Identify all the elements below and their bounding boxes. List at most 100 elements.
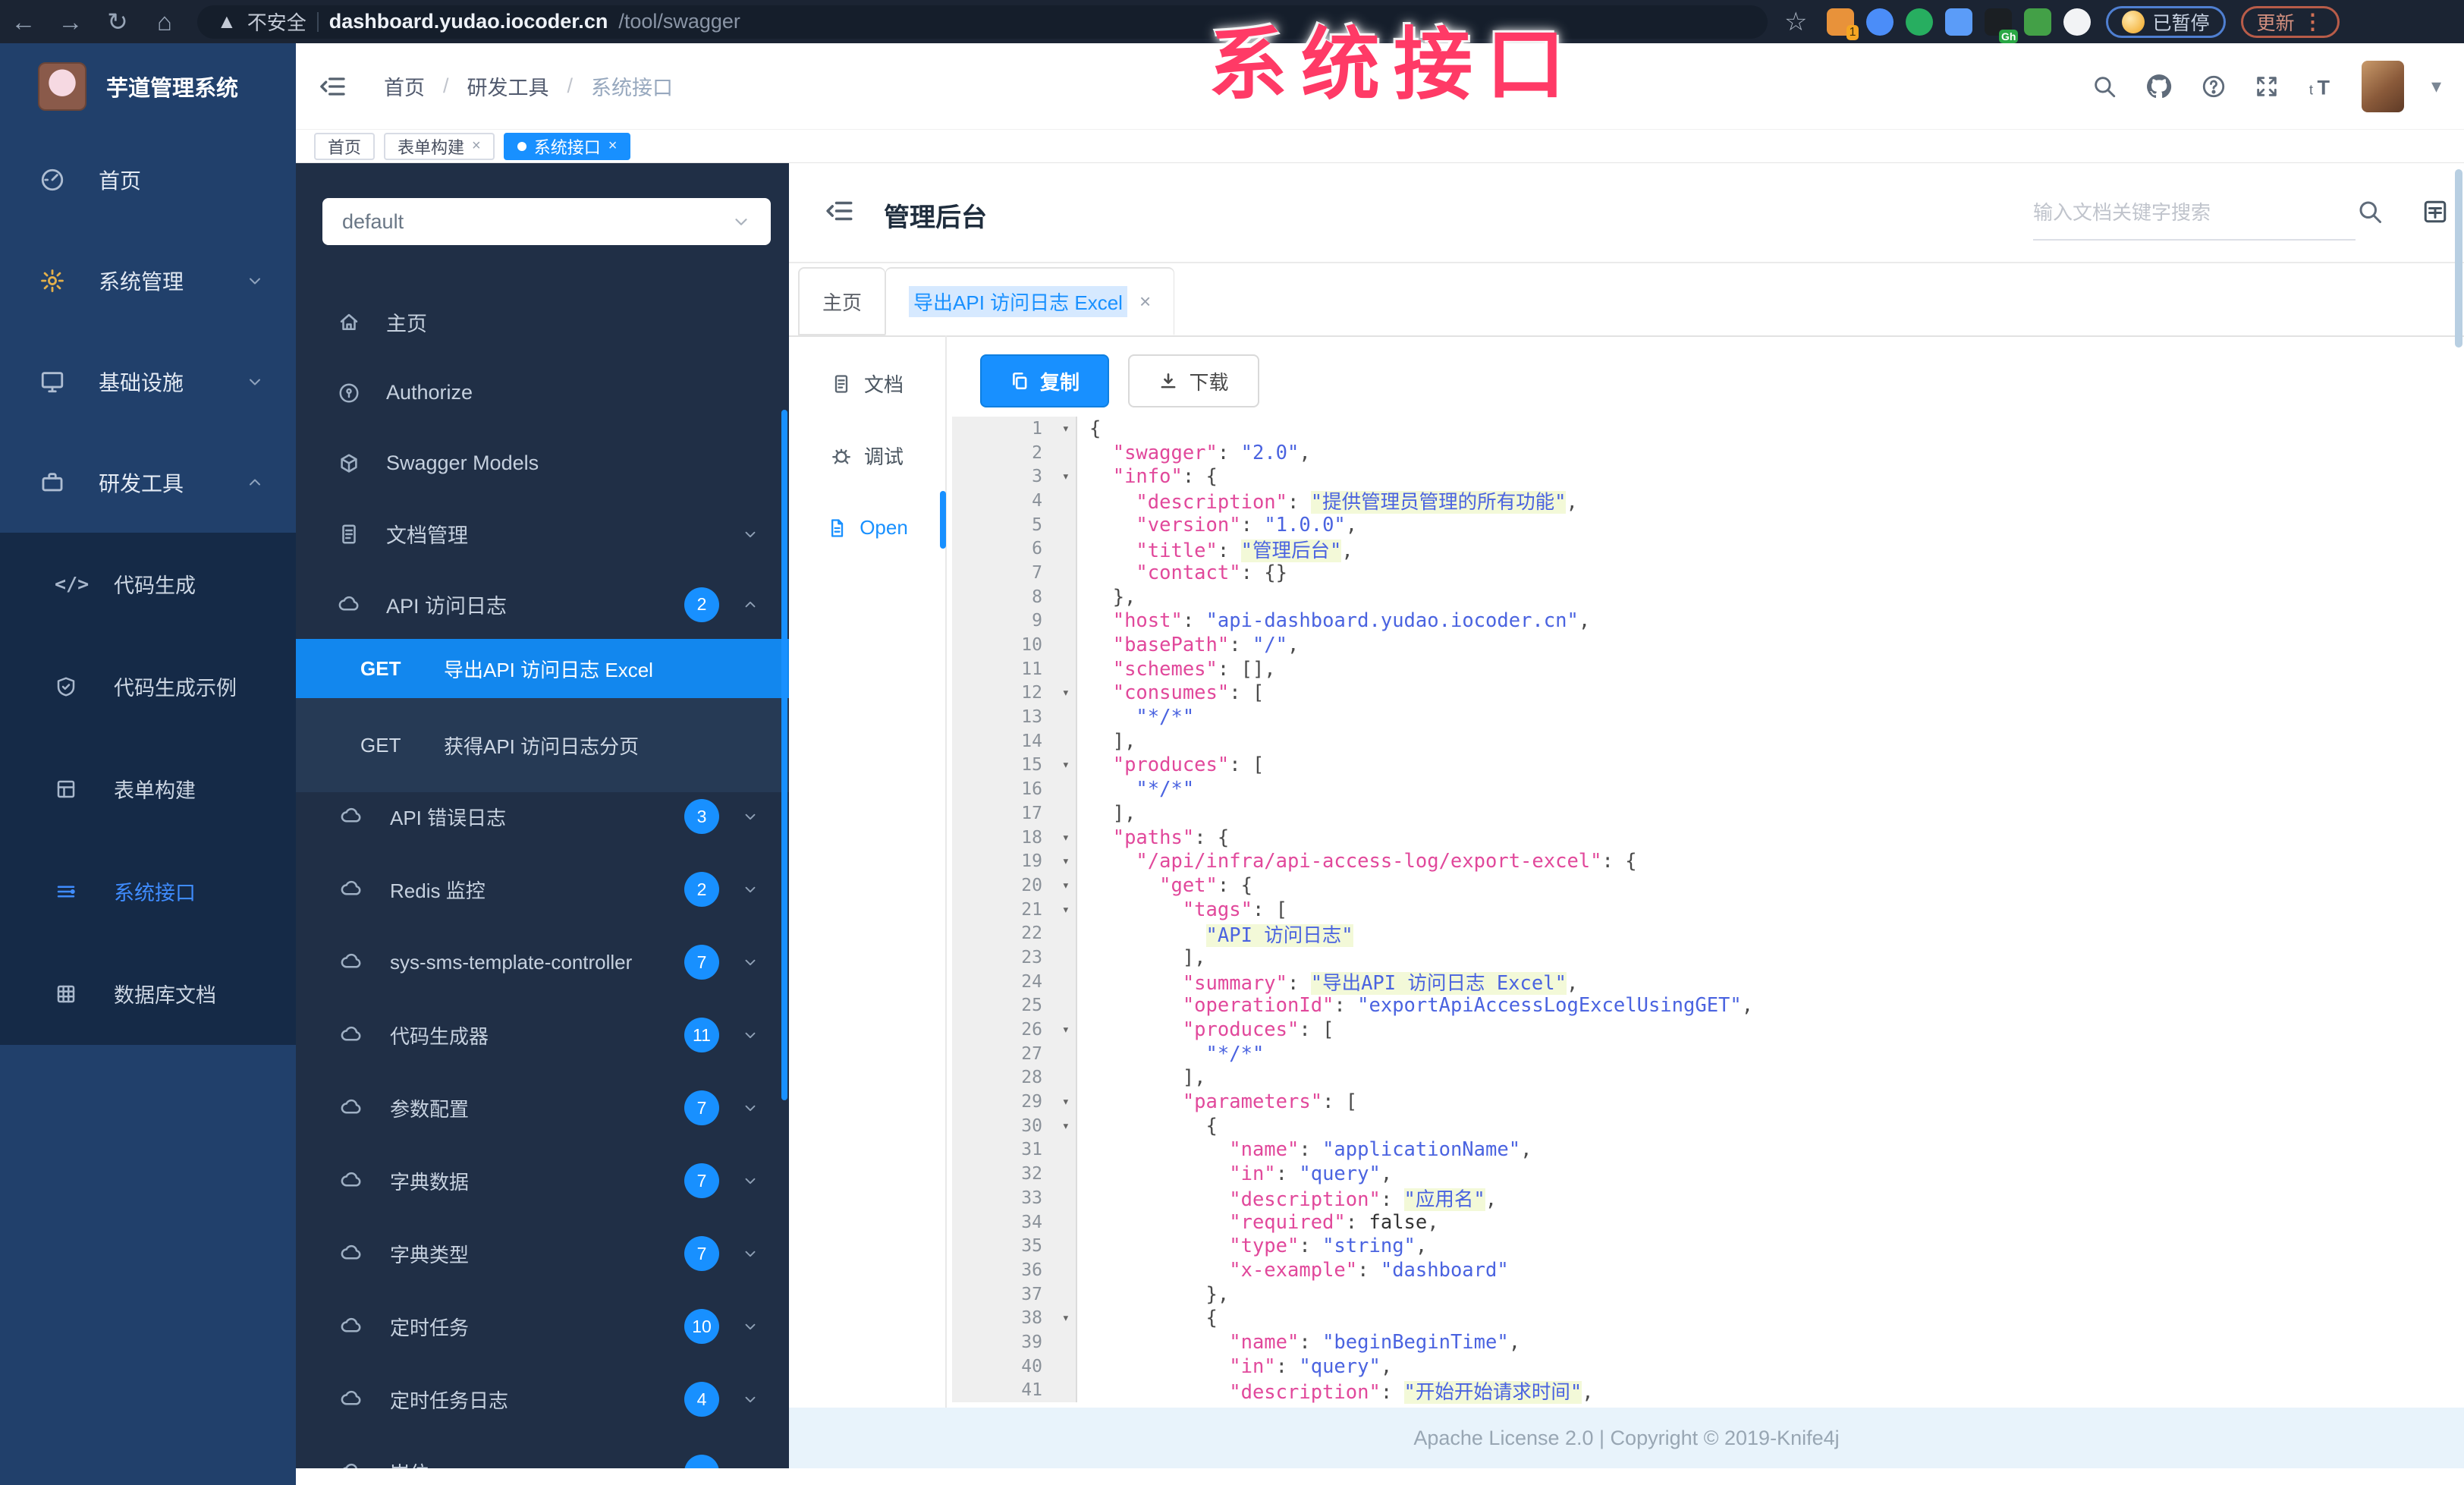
browser-back-icon[interactable]: ← bbox=[0, 0, 47, 43]
tag-close-icon[interactable]: × bbox=[608, 137, 618, 155]
tag-首页[interactable]: 首页 bbox=[314, 132, 376, 160]
doc-search-icon[interactable] bbox=[2356, 198, 2384, 225]
language-icon[interactable] bbox=[2422, 198, 2449, 225]
paused-extension-button[interactable]: 已暂停 bbox=[2106, 5, 2226, 38]
sidebar-item-基础设施[interactable]: 基础设施 bbox=[0, 331, 296, 432]
api-group-代码生成器[interactable]: 代码生成器 11 bbox=[296, 999, 789, 1071]
doc-tab-主页[interactable]: 主页 bbox=[798, 267, 886, 335]
submenu-item-label: 系统接口 bbox=[114, 882, 196, 905]
doc-nav-Open[interactable]: Open bbox=[789, 492, 945, 564]
sidebar-item-系统管理[interactable]: 系统管理 bbox=[0, 230, 296, 331]
extension-icon[interactable] bbox=[1906, 8, 1934, 36]
api-group-label: 字典类型 bbox=[390, 1243, 470, 1266]
line-number: 23 bbox=[952, 945, 1077, 970]
swagger-nav-Authorize[interactable]: Authorize bbox=[296, 357, 789, 428]
doc-nav-调试[interactable]: 调试 bbox=[789, 420, 945, 492]
sidebar-item-首页[interactable]: 首页 bbox=[0, 129, 296, 230]
swagger-nav-主页[interactable]: 主页 bbox=[296, 287, 789, 357]
github-icon[interactable] bbox=[2145, 72, 2173, 101]
swagger-scrollbar[interactable] bbox=[781, 410, 787, 1100]
breadcrumb-item[interactable]: 首页 bbox=[384, 71, 425, 101]
bookmark-star-icon[interactable]: ☆ bbox=[1784, 7, 1807, 37]
api-group-定时任务[interactable]: 定时任务 10 bbox=[296, 1290, 789, 1363]
browser-forward-icon[interactable]: → bbox=[47, 0, 94, 43]
code-text: "produces": [ bbox=[1112, 754, 1265, 777]
extension-icon[interactable] bbox=[1945, 8, 1973, 36]
browser-update-button[interactable]: 更新 ⋮ bbox=[2240, 5, 2340, 38]
doc-nav-文档[interactable]: 文档 bbox=[789, 348, 945, 420]
line-number: 24 bbox=[952, 969, 1077, 994]
fold-icon[interactable]: ▾ bbox=[1062, 421, 1070, 436]
extension-icon[interactable]: 1 bbox=[1827, 8, 1859, 40]
code-text: "name": "applicationName", bbox=[1229, 1138, 1532, 1162]
swagger-nav-label: 主页 bbox=[386, 313, 427, 335]
search-icon[interactable] bbox=[2092, 74, 2117, 99]
browser-menu-icon[interactable]: ⋮ bbox=[2302, 9, 2324, 34]
download-button[interactable]: 下载 bbox=[1128, 354, 1259, 407]
extension-icon[interactable] bbox=[2063, 8, 2092, 36]
swagger-nav-文档管理[interactable]: 文档管理 bbox=[296, 499, 789, 569]
operation-获得API 访问日志分页[interactable]: GET 获得API 访问日志分页 bbox=[296, 698, 789, 792]
fold-icon[interactable]: ▾ bbox=[1062, 1022, 1070, 1037]
help-icon[interactable] bbox=[2201, 74, 2227, 99]
swagger-nav-Swagger Models[interactable]: Swagger Models bbox=[296, 428, 789, 499]
fold-icon[interactable]: ▾ bbox=[1062, 1094, 1070, 1109]
swagger-nav-API 访问日志[interactable]: API 访问日志 2 bbox=[296, 569, 789, 640]
footer: Apache License 2.0 | Copyright © 2019-Kn… bbox=[789, 1408, 2464, 1468]
fold-icon[interactable]: ▾ bbox=[1062, 757, 1070, 772]
api-group-岗位[interactable]: 岗位 bbox=[296, 1436, 789, 1468]
breadcrumb-item[interactable]: 系统接口 bbox=[591, 71, 673, 101]
fold-icon[interactable]: ▾ bbox=[1062, 878, 1070, 893]
tab-close-icon[interactable]: × bbox=[1139, 290, 1151, 313]
doc-menu-collapse-icon[interactable] bbox=[823, 195, 855, 227]
api-group-sys-sms-template-controller[interactable]: sys-sms-template-controller 7 bbox=[296, 926, 789, 999]
fold-icon[interactable]: ▾ bbox=[1062, 830, 1070, 845]
user-avatar[interactable] bbox=[2361, 60, 2404, 112]
fold-icon[interactable]: ▾ bbox=[1062, 1310, 1070, 1326]
count-badge: 2 bbox=[684, 872, 719, 907]
logo-avatar bbox=[38, 61, 86, 111]
tag-表单构建[interactable]: 表单构建 × bbox=[384, 132, 495, 160]
browser-home-icon[interactable]: ⌂ bbox=[141, 0, 188, 43]
fold-icon[interactable]: ▾ bbox=[1062, 1118, 1070, 1134]
font-size-icon[interactable]: tT bbox=[2307, 73, 2334, 100]
fold-icon[interactable]: ▾ bbox=[1062, 854, 1070, 869]
api-group-字典数据[interactable]: 字典数据 7 bbox=[296, 1144, 789, 1217]
submenu-item-代码生成[interactable]: </> 代码生成 bbox=[0, 533, 296, 635]
api-group-API 错误日志[interactable]: API 错误日志 3 bbox=[296, 780, 789, 853]
fold-icon[interactable]: ▾ bbox=[1062, 469, 1070, 484]
doc-tab-导出API 访问日志 Excel[interactable]: 导出API 访问日志 Excel × bbox=[885, 267, 1175, 335]
browser-reload-icon[interactable]: ↻ bbox=[94, 0, 141, 43]
doc-search-input[interactable] bbox=[2033, 186, 2356, 241]
cloud-icon bbox=[340, 878, 364, 901]
code-editor[interactable]: 1 ▾{2 "swagger": "2.0", 3 ▾ "info": {4 "des… bbox=[952, 417, 2456, 1408]
submenu-item-数据库文档[interactable]: 数据库文档 bbox=[0, 942, 296, 1045]
fullscreen-icon[interactable] bbox=[2254, 74, 2280, 99]
fold-icon[interactable]: ▾ bbox=[1062, 685, 1070, 700]
breadcrumb-item[interactable]: 研发工具 bbox=[467, 71, 549, 101]
api-group-select[interactable]: default bbox=[322, 198, 771, 245]
operation-导出API 访问日志 Excel[interactable]: GET 导出API 访问日志 Excel bbox=[296, 639, 789, 698]
content-scrollbar[interactable] bbox=[2455, 169, 2462, 348]
sidebar-item-研发工具[interactable]: 研发工具 bbox=[0, 432, 296, 533]
tag-系统接口[interactable]: 系统接口 × bbox=[503, 132, 631, 160]
submenu-item-表单构建[interactable]: 表单构建 bbox=[0, 738, 296, 840]
api-group-参数配置[interactable]: 参数配置 7 bbox=[296, 1071, 789, 1144]
api-group-Redis 监控[interactable]: Redis 监控 2 bbox=[296, 853, 789, 926]
tag-close-icon[interactable]: × bbox=[472, 137, 481, 155]
api-group-定时任务日志[interactable]: 定时任务日志 4 bbox=[296, 1363, 789, 1436]
user-menu-caret-icon[interactable]: ▾ bbox=[2431, 74, 2441, 98]
code-line: 7 "contact": {} bbox=[952, 561, 2456, 585]
submenu-item-系统接口[interactable]: 系统接口 bbox=[0, 840, 296, 942]
count-badge: 7 bbox=[684, 1163, 719, 1198]
code-text: "swagger": "2.0", bbox=[1112, 441, 1311, 464]
submenu-item-代码生成示例[interactable]: 代码生成示例 bbox=[0, 635, 296, 738]
copy-button[interactable]: 复制 bbox=[980, 354, 1109, 407]
fold-icon[interactable]: ▾ bbox=[1062, 902, 1070, 917]
extension-icon[interactable] bbox=[1866, 8, 1894, 36]
sidebar-collapse-icon[interactable] bbox=[317, 71, 347, 102]
extensions-row: 1 Gh bbox=[1827, 8, 2092, 43]
api-group-字典类型[interactable]: 字典类型 7 bbox=[296, 1217, 789, 1290]
extension-icon[interactable]: Gh bbox=[1985, 8, 2019, 43]
extension-icon[interactable] bbox=[2024, 8, 2052, 36]
